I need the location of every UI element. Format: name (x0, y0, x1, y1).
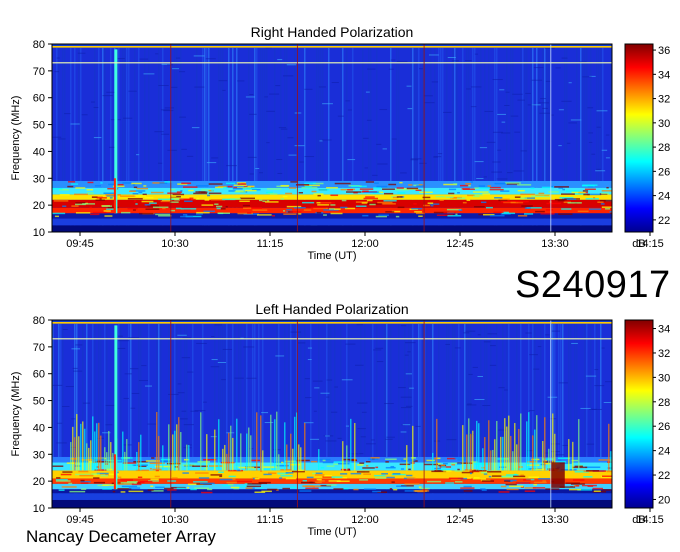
colorbar-tick-label: 32 (658, 348, 670, 360)
x-tick-label: 09:45 (66, 238, 94, 250)
colorbar (624, 319, 654, 509)
x-axis-label: Time (UT) (307, 526, 356, 538)
left-polarization-chart: 10 20 30 40 50 60 70 80 09:45 10:30 11:15 12:00 12:4… (10, 315, 670, 538)
colorbar-unit: dB (632, 514, 645, 526)
spectrogram-image (52, 320, 612, 508)
colorbar-tick-label: 28 (658, 397, 670, 409)
y-tick-label: 30 (33, 449, 45, 461)
y-tick-label: 60 (33, 369, 45, 381)
colorbar-tick-label: 26 (658, 166, 670, 178)
x-tick-label: 11:15 (257, 238, 284, 250)
colorbar-tick-label: 20 (658, 494, 670, 506)
colorbar-tick-label: 24 (658, 191, 670, 203)
colorbar-tick-label: 28 (658, 142, 670, 154)
y-tick-label: 20 (33, 476, 45, 488)
x-tick-label: 12:45 (446, 238, 474, 250)
spectrogram-image (52, 44, 612, 232)
x-tick-label: 13:30 (541, 514, 569, 526)
colorbar-tick-label: 30 (658, 118, 670, 130)
x-tick-label: 13:30 (541, 238, 569, 250)
y-tick-label: 50 (33, 120, 45, 132)
colorbar-tick-label: 34 (658, 324, 670, 336)
colorbar-tick-label: 32 (658, 94, 670, 106)
right-polarization-panel: Right Handed Polarization 10 20 30 40 50 60 70… (0, 0, 680, 275)
y-axis-label: Frequency (MHz) (10, 372, 22, 457)
colorbar-tick-label: 24 (658, 446, 670, 458)
x-tick-label: 12:45 (446, 514, 474, 526)
x-tick-label: 12:00 (351, 238, 379, 250)
y-tick-label: 60 (33, 93, 45, 105)
y-tick-label: 10 (33, 227, 45, 239)
y-tick-label: 70 (33, 66, 45, 78)
y-tick-label: 70 (33, 342, 45, 354)
y-tick-label: 40 (33, 422, 45, 434)
colorbar-tick-label: 36 (658, 45, 670, 57)
x-tick-label: 09:45 (66, 514, 94, 526)
colorbar-tick-label: 30 (658, 372, 670, 384)
y-tick-label: 20 (33, 200, 45, 212)
colorbar-tick-label: 26 (658, 421, 670, 433)
colorbar-tick-label: 34 (658, 69, 670, 81)
colorbar-tick-label: 22 (658, 470, 670, 482)
y-tick-label: 80 (33, 39, 45, 51)
y-tick-label: 40 (33, 146, 45, 158)
x-tick-label: 10:30 (161, 514, 189, 526)
colorbar-tick-label: 22 (658, 215, 670, 227)
y-tick-label: 10 (33, 503, 45, 515)
x-tick-label: 11:15 (257, 514, 284, 526)
left-polarization-panel: Left Handed Polarization 10 20 30 40 50 60 70 8… (0, 276, 680, 552)
colorbar (624, 43, 654, 233)
y-tick-label: 30 (33, 173, 45, 185)
y-axis-label: Frequency (MHz) (10, 96, 22, 181)
right-polarization-chart: 10 20 30 40 50 60 70 80 09:45 10:30 11:15 12:00 12:4… (10, 39, 670, 262)
y-tick-label: 50 (33, 396, 45, 408)
y-tick-label: 80 (33, 315, 45, 327)
x-tick-label: 10:30 (161, 238, 189, 250)
x-axis-label: Time (UT) (307, 250, 356, 262)
x-tick-label: 12:00 (351, 514, 379, 526)
footer-credit: Nancay Decameter Array (26, 527, 216, 546)
colorbar-unit: dB (632, 238, 645, 250)
